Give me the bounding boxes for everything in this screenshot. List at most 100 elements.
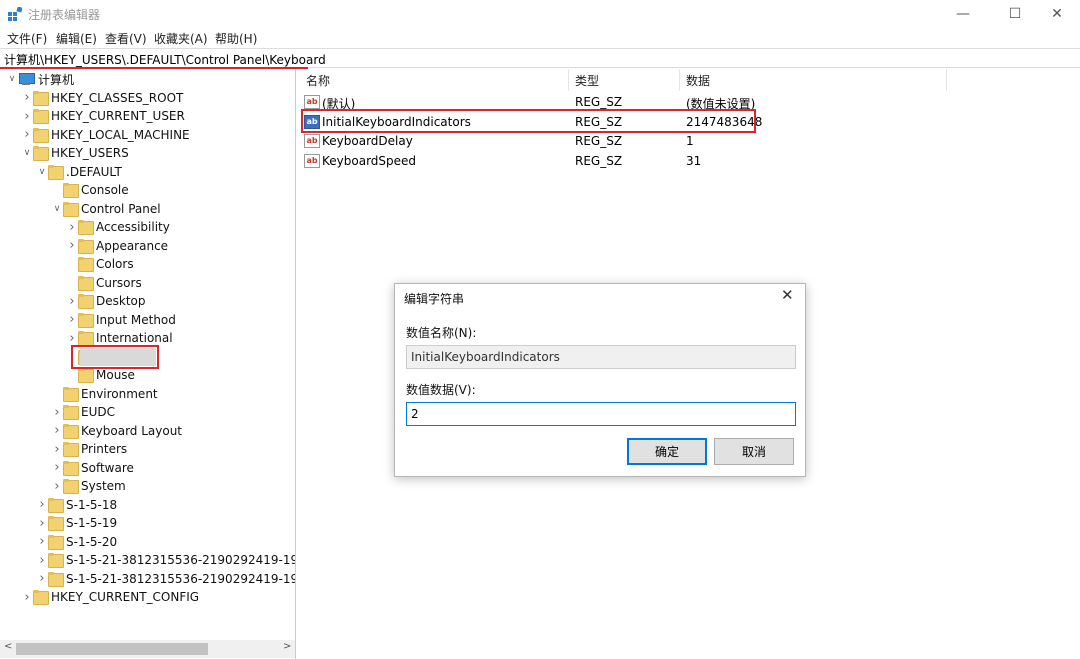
tree-item[interactable]: ∨ Control Panel [51,200,161,218]
chevron-right-icon[interactable]: › [51,459,63,477]
cancel-button[interactable]: 取消 [714,438,794,465]
menu-help[interactable]: 帮助(H) [215,30,257,47]
minimize-button[interactable]: — [940,0,986,28]
tree-item[interactable]: › S-1-5-21-3812315536-2190292419-197124 [36,551,295,569]
folder-icon [63,405,79,420]
tree-item[interactable]: ∨ .DEFAULT [36,163,122,181]
tree-item-label: 计算机 [38,72,75,87]
tree-item-label: System [81,479,126,493]
tree-item-label: Desktop [96,294,146,308]
tree-item-label: S-1-5-21-3812315536-2190292419-197124 [66,571,295,586]
column-separator[interactable] [946,69,947,91]
value-data-input[interactable]: 2 [406,402,796,426]
tree-item[interactable]: › Accessibility [66,218,170,236]
folder-icon [48,553,64,568]
tree-item[interactable]: › S-1-5-18 [36,496,117,514]
chevron-right-icon[interactable]: › [66,311,78,329]
tree-item-label: Cursors [96,275,142,290]
column-separator[interactable] [679,69,680,91]
string-value-icon: ab [304,134,320,148]
scroll-left-icon[interactable]: < [4,641,12,652]
chevron-right-icon[interactable]: › [51,403,63,421]
chevron-right-icon[interactable]: › [51,422,63,440]
chevron-right-icon[interactable]: › [21,126,33,144]
tree-item[interactable]: ∨ 计算机 [6,70,74,88]
tree-item-label: .DEFAULT [66,164,122,179]
tree-pane: ∨ 计算机 › HKEY_CLASSES_ROOT › HKEY_CURRENT_USER… [0,69,296,659]
tree-item-label: Environment [81,386,158,401]
maximize-button[interactable]: ☐ [992,0,1038,28]
tree-item-label: HKEY_CURRENT_CONFIG [51,590,200,604]
chevron-down-icon[interactable]: ∨ [51,200,63,218]
chevron-right-icon[interactable]: › [21,588,33,606]
column-separator[interactable] [568,69,569,91]
chevron-down-icon[interactable]: ∨ [36,163,48,181]
chevron-down-icon[interactable]: ∨ [21,144,33,162]
tree-item[interactable]: › Appearance [66,237,168,255]
ok-button[interactable]: 确定 [627,438,707,465]
tree-item-label: HKEY_CLASSES_ROOT [51,90,184,105]
chevron-right-icon[interactable]: › [66,218,78,236]
chevron-right-icon[interactable]: › [36,551,48,569]
scrollbar-thumb[interactable] [16,643,208,655]
value-row[interactable]: ab KeyboardDelay REG_SZ 1 [304,132,1064,151]
tree-item[interactable]: › S-1-5-20 [36,533,117,551]
column-header-type[interactable]: 类型 [575,72,599,89]
menu-edit[interactable]: 编辑(E) [56,30,97,47]
chevron-down-icon[interactable]: ∨ [6,70,18,88]
horizontal-scrollbar[interactable]: < > [0,640,295,658]
dialog-close-icon[interactable]: ✕ [781,286,794,304]
tree-item-label: Printers [81,442,128,456]
tree-item[interactable]: › System [51,477,126,495]
tree-item-label: S-1-5-19 [66,516,118,530]
chevron-right-icon[interactable]: › [21,89,33,107]
menu-favorites[interactable]: 收藏夹(A) [154,30,208,47]
value-row[interactable]: ab KeyboardSpeed REG_SZ 31 [304,152,1064,171]
tree-item-label: Keyboard Layout [81,423,183,438]
chevron-right-icon[interactable]: › [36,533,48,551]
value-name-field[interactable]: InitialKeyboardIndicators [406,345,796,369]
address-path[interactable]: 计算机\HKEY_USERS\.DEFAULT\Control Panel\Ke… [4,51,326,68]
menu-file[interactable]: 文件(F) [7,30,47,47]
address-bar[interactable]: 计算机\HKEY_USERS\.DEFAULT\Control Panel\Ke… [0,48,1080,69]
tree-item[interactable]: › Input Method [66,311,176,329]
tree-item[interactable]: Cursors [66,274,142,292]
folder-icon [48,516,64,531]
chevron-right-icon[interactable]: › [36,514,48,532]
chevron-right-icon[interactable]: › [21,107,33,125]
tree-item[interactable]: Console [51,181,129,199]
tree-item[interactable]: › HKEY_CLASSES_ROOT [21,89,183,107]
tree-item-label: Software [81,460,134,475]
tree-item[interactable]: › HKEY_CURRENT_USER [21,107,185,125]
column-header-data[interactable]: 数据 [686,72,710,89]
tree-item[interactable]: › Software [51,459,134,477]
tree-item[interactable]: › Printers [51,440,127,458]
chevron-right-icon[interactable]: › [51,477,63,495]
minimize-icon: — [956,6,970,22]
tree-item[interactable]: › EUDC [51,403,115,421]
chevron-right-icon[interactable]: › [66,237,78,255]
tree-item[interactable]: ∨ HKEY_USERS [21,144,129,162]
tree-item[interactable]: Colors [66,255,134,273]
tree-item[interactable]: › HKEY_CURRENT_CONFIG [21,588,199,606]
edit-string-dialog: 编辑字符串 ✕ 数值名称(N): InitialKeyboardIndicato… [394,283,806,477]
tree-item[interactable]: › S-1-5-19 [36,514,117,532]
column-header-name[interactable]: 名称 [306,72,330,89]
tree-item[interactable]: › Desktop [66,292,146,310]
close-window-button[interactable]: ✕ [1034,0,1080,28]
chevron-right-icon[interactable]: › [36,496,48,514]
scroll-right-icon[interactable]: > [283,641,291,652]
tree-item[interactable]: › S-1-5-21-3812315536-2190292419-197124 [36,570,295,588]
tree-item[interactable]: Environment [51,385,158,403]
value-type: REG_SZ [575,134,623,148]
menu-view[interactable]: 查看(V) [105,30,147,47]
chevron-right-icon[interactable]: › [66,292,78,310]
folder-icon [78,220,94,235]
tree-item[interactable]: › Keyboard Layout [51,422,182,440]
folder-icon [63,442,79,457]
chevron-right-icon[interactable]: › [51,440,63,458]
folder-icon [63,201,79,217]
chevron-right-icon[interactable]: › [36,570,48,588]
tree-item[interactable]: › HKEY_LOCAL_MACHINE [21,126,190,144]
folder-icon [48,571,64,587]
